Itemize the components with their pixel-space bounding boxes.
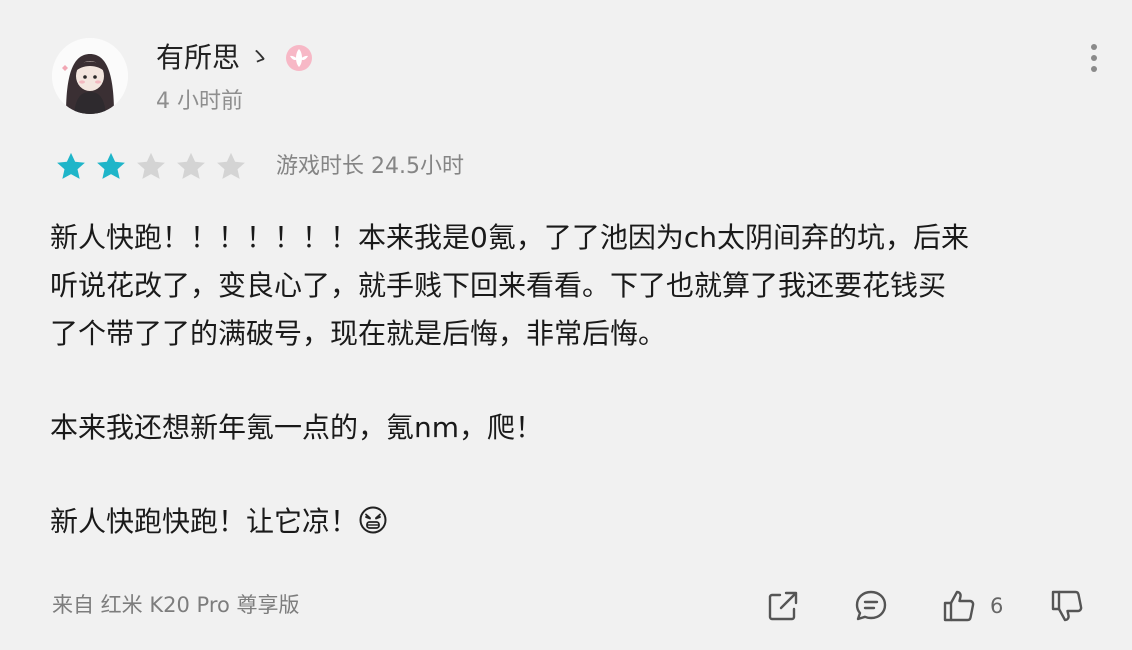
review-line: 新人快跑！！！！！！！本来我是0氪，了了池因为ch太阴间弃的坑，后来 xyxy=(50,221,969,254)
username-suffix: ゝ xyxy=(248,45,271,70)
thumbs-down-icon xyxy=(1048,587,1086,625)
star-rating: 游戏时长 24.5小时 xyxy=(54,150,464,184)
star-empty-icon xyxy=(214,150,248,184)
dislike-button[interactable] xyxy=(1048,584,1086,628)
like-button[interactable]: 6 xyxy=(940,584,1003,628)
star-filled-icon xyxy=(54,150,88,184)
username-text: 有所思 xyxy=(156,41,241,74)
review-line: 听说花改了，变良心了，就手贱下回来看看。下了也就算了我还要花钱买 xyxy=(50,269,947,302)
more-vertical-icon[interactable] xyxy=(1084,40,1104,76)
share-icon xyxy=(764,587,802,625)
review-line: 了个带了了的满破号，现在就是后悔，非常后悔。 xyxy=(50,317,667,350)
review-line-with-emoji: 新人快跑快跑！让它凉！ xyxy=(50,498,1090,546)
star-filled-icon xyxy=(94,150,128,184)
share-button[interactable] xyxy=(764,584,802,628)
star-empty-icon xyxy=(174,150,208,184)
review-line: 本来我还想新年氪一点的，氪nm，爬！ xyxy=(50,411,544,444)
username[interactable]: 有所思 ゝ xyxy=(156,40,314,76)
thumbs-up-icon xyxy=(940,587,978,625)
review-line-text: 新人快跑快跑！让它凉！ xyxy=(50,505,359,538)
avatar[interactable] xyxy=(52,38,128,114)
weary-face-emoji-icon xyxy=(358,505,388,535)
star-empty-icon xyxy=(134,150,168,184)
action-bar: 6 xyxy=(0,584,1132,628)
review-card: 有所思 ゝ 4 小时前 游戏时长 24.5小时 新人快跑！！！！！！！本来我是0… xyxy=(0,0,1132,650)
comment-button[interactable] xyxy=(852,584,890,628)
pink-badge-icon xyxy=(284,43,314,73)
comment-icon xyxy=(852,587,890,625)
review-content: 新人快跑！！！！！！！本来我是0氪，了了池因为ch太阴间弃的坑，后来 听说花改了… xyxy=(50,214,1090,546)
playtime-label: 游戏时长 24.5小时 xyxy=(276,154,464,179)
post-time: 4 小时前 xyxy=(156,89,243,114)
like-count: 6 xyxy=(990,594,1004,618)
